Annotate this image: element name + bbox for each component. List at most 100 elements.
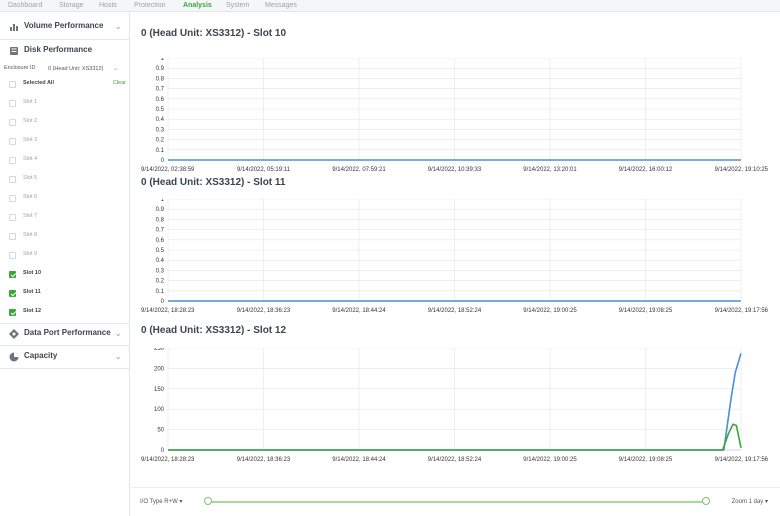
y-tick-label: 0.1 [156, 148, 165, 154]
tab-hosts[interactable]: Hosts [99, 0, 117, 11]
y-tick-label: 0.4 [156, 258, 165, 264]
data-port-performance-section[interactable]: Data Port Performance ⌄ [0, 323, 130, 345]
slot-checkbox[interactable] [9, 157, 16, 164]
port-icon [9, 329, 19, 339]
x-tick-label: 9/14/2022, 18:44:24 [332, 308, 386, 314]
data-port-performance-label: Data Port Performance [24, 328, 111, 337]
disk-performance-label: Disk Performance [24, 45, 93, 54]
x-tick-label: 9/14/2022, 18:52:24 [428, 457, 482, 463]
slot-label: Slot 1 [23, 99, 38, 105]
slot-row[interactable]: Slot 11 [0, 285, 130, 304]
x-tick-label: 9/14/2022, 18:28:23 [141, 457, 195, 463]
y-tick-label: 0.3 [156, 268, 165, 274]
x-tick-label: 9/14/2022, 18:36:23 [237, 457, 291, 463]
slot-row[interactable]: Slot 6 [0, 190, 130, 209]
slot-row[interactable]: Slot 9 [0, 247, 130, 266]
chevron-down-icon: ⌄ [114, 21, 122, 31]
slot-row[interactable]: Slot 12 [0, 304, 130, 323]
zoom-label: Zoom 1 day [731, 499, 764, 505]
chevron-down-icon: ⌄ [112, 66, 118, 72]
chart-title-slot-12: 0 (Head Unit: XS3312) - Slot 12 [141, 325, 287, 336]
time-range-slider[interactable] [208, 501, 706, 503]
bar-chart-icon [10, 24, 18, 31]
y-tick-label: 0.9 [156, 66, 165, 72]
slider-handle-start[interactable] [204, 497, 212, 505]
slot-label: Slot 3 [23, 137, 38, 143]
y-tick-label: 0.8 [156, 76, 165, 82]
y-tick-label: 50 [157, 428, 164, 434]
slot-label: Slot 7 [23, 213, 38, 219]
y-tick-label: 0.4 [156, 117, 165, 123]
y-tick-label: 0.5 [156, 107, 165, 113]
slot-checkbox[interactable] [9, 214, 16, 221]
x-tick-label: 9/14/2022, 05:19:11 [237, 167, 291, 173]
y-tick-label: 150 [154, 387, 165, 393]
tab-protection[interactable]: Protection [134, 0, 166, 11]
x-tick-label: 9/14/2022, 02:38:59 [141, 167, 195, 173]
y-tick-label: 0 [161, 299, 165, 305]
disk-performance-section[interactable]: Disk Performance [0, 40, 130, 62]
chart-slot-12: 0 50 100 150 200 250 9/14/2022, 18:28:23 9/14/2… [141, 348, 769, 463]
chevron-down-icon: ⌄ [114, 328, 122, 338]
y-tick-label: 0.9 [156, 207, 165, 213]
slot-label: Slot 2 [23, 118, 38, 124]
x-tick-label: 9/14/2022, 18:28:23 [141, 308, 195, 314]
slot-checkbox[interactable] [9, 119, 16, 126]
slot-label: Slot 8 [23, 232, 38, 238]
slot-row[interactable]: Slot 5 [0, 171, 130, 190]
slot-row[interactable]: Slot 2 [0, 114, 130, 133]
zoom-select[interactable]: Zoom 1 day ▾ [732, 498, 768, 505]
slot-label: Slot 4 [23, 156, 38, 162]
x-tick-label: 9/14/2022, 19:00:25 [523, 457, 577, 463]
x-tick-label: 9/14/2022, 18:52:24 [428, 308, 482, 314]
y-tick-label: 0.5 [156, 248, 165, 254]
x-tick-label: 9/14/2022, 13:20:01 [523, 167, 577, 173]
tab-messages[interactable]: Messages [265, 0, 297, 11]
chart-footer: I/O Type R+W ▾ Zoom 1 day ▾ [131, 487, 780, 516]
slot-row[interactable]: Slot 3 [0, 133, 130, 152]
y-tick-label: 0.6 [156, 97, 165, 103]
x-tick-label: 9/14/2022, 18:36:23 [237, 308, 291, 314]
x-tick-label: 9/14/2022, 19:08:25 [619, 308, 673, 314]
select-all-checkbox[interactable] [9, 81, 16, 88]
capacity-section[interactable]: Capacity ⌄ [0, 346, 130, 368]
slot-row[interactable]: Slot 7 [0, 209, 130, 228]
capacity-label: Capacity [24, 351, 58, 360]
slot-checkbox[interactable] [9, 309, 16, 316]
select-all-row[interactable]: Selected All Clear [0, 76, 130, 95]
slot-checkbox[interactable] [9, 138, 16, 145]
slot-checkbox[interactable] [9, 100, 16, 107]
y-tick-label: 0.2 [156, 138, 165, 144]
slot-label: Slot 9 [23, 251, 38, 257]
y-tick-label: 0 [161, 158, 165, 164]
slot-checkbox[interactable] [9, 176, 16, 183]
slot-row[interactable]: Slot 4 [0, 152, 130, 171]
chart-title-slot-11: 0 (Head Unit: XS3312) - Slot 11 [141, 177, 286, 188]
clear-link[interactable]: Clear [113, 80, 126, 86]
slot-row[interactable]: Slot 10 [0, 266, 130, 285]
slot-checkbox[interactable] [9, 290, 16, 297]
disk-icon [10, 47, 18, 55]
sidebar: Volume Performance ⌄ Disk Performance En… [0, 13, 130, 516]
tab-analysis[interactable]: Analysis [183, 0, 212, 11]
x-tick-label: 9/14/2022, 19:17:56 [715, 457, 769, 463]
slot-checkbox[interactable] [9, 195, 16, 202]
tab-system[interactable]: System [226, 0, 249, 11]
enclosure-id-select[interactable]: 0 (Head Unit: XS3312) ⌄ [45, 63, 123, 74]
slot-row[interactable]: Slot 8 [0, 228, 130, 247]
slot-checkbox[interactable] [9, 233, 16, 240]
y-tick-label: 0.6 [156, 238, 165, 244]
tab-dashboard[interactable]: Dashboard [8, 0, 42, 11]
slider-handle-end[interactable] [702, 497, 710, 505]
io-type-select[interactable]: I/O Type R+W ▾ [140, 498, 182, 505]
slot-row[interactable]: Slot 1 [0, 95, 130, 114]
slot-checkbox[interactable] [9, 252, 16, 259]
y-tick-label: 0.7 [156, 87, 165, 93]
y-tick-label: 0 [161, 448, 165, 454]
enclosure-id-label: Enclosure ID [4, 65, 36, 71]
tab-storage[interactable]: Storage [59, 0, 84, 11]
slot-checkbox[interactable] [9, 271, 16, 278]
slot-label: Slot 12 [23, 308, 42, 314]
volume-performance-section[interactable]: Volume Performance ⌄ [0, 16, 130, 38]
y-tick-label: 0.2 [156, 279, 165, 285]
